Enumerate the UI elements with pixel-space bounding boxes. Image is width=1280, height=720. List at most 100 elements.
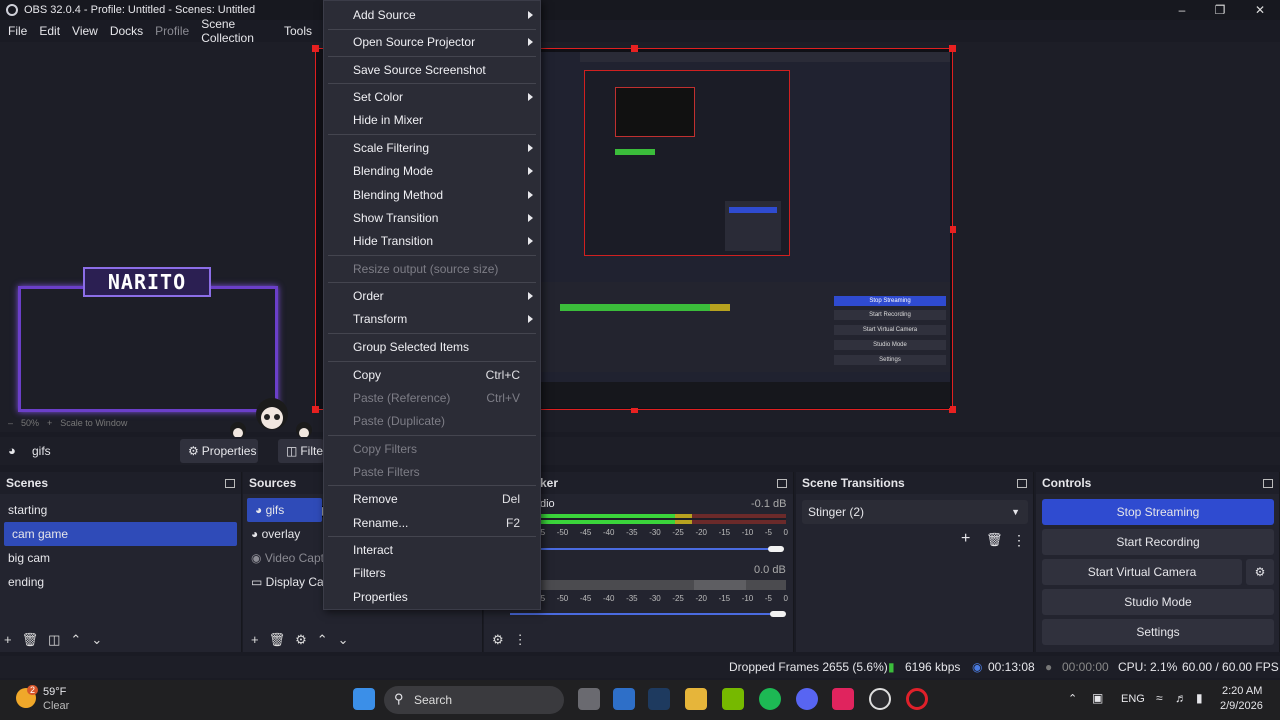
resize-handle[interactable] [312,45,319,52]
menu-item-interact[interactable]: Interact [324,539,540,561]
undock-icon[interactable] [1017,478,1027,488]
menu-profile[interactable]: Profile [151,24,197,38]
menu-file[interactable]: File [4,24,35,38]
add-transition-icon[interactable]: + [961,530,970,548]
menu-item-order[interactable]: Order [324,285,540,307]
add-scene-icon[interactable]: + [4,632,12,648]
properties-button[interactable]: ⚙ Properties [180,439,258,463]
remove-source-icon[interactable]: 🗑 [269,632,286,648]
wifi-icon[interactable]: ≈ [1156,691,1163,705]
spotify-icon[interactable] [759,688,781,710]
menu-item-set-color[interactable]: Set Color [324,86,540,108]
nvidia-icon[interactable] [722,688,744,710]
maximize-icon[interactable]: ❐ [1200,0,1240,20]
move-down-icon[interactable]: ⌄ [91,632,102,648]
menu-item-scale-filtering[interactable]: Scale Filtering [324,137,540,159]
resize-handle[interactable] [949,45,956,52]
menu-item-blending-method[interactable]: Blending Method [324,184,540,206]
menu-item-properties[interactable]: Properties [324,586,540,608]
volume-slider-handle[interactable] [770,611,786,617]
volume-slider-handle[interactable] [768,546,784,552]
more-options-icon[interactable]: ⋮ [514,632,527,648]
zoom-out-icon[interactable]: – [8,418,13,428]
menu-item-group-selected-items[interactable]: Group Selected Items [324,336,540,358]
menu-scene-collection[interactable]: Scene Collection [197,17,280,45]
filters-button[interactable]: ◫ Filters [278,439,324,463]
transitions-title: Scene Transitions [802,476,905,490]
weather-desc[interactable]: Clear [43,700,69,712]
weather-temp[interactable]: 59°F [43,686,66,698]
move-up-icon[interactable]: ⌃ [70,632,81,648]
menu-item-hide-in-mixer[interactable]: Hide in Mixer [324,109,540,131]
menu-item-hide-transition[interactable]: Hide Transition [324,230,540,252]
obs-taskbar-icon[interactable] [869,688,891,710]
taskbar-search[interactable]: ⚲ Search [384,686,564,714]
minimize-icon[interactable]: – [1162,0,1202,20]
mixer-title: ker [540,476,559,490]
clock-time[interactable]: 2:20 AM [1222,685,1262,697]
close-icon[interactable]: ✕ [1240,0,1280,20]
virtual-camera-settings-icon[interactable]: ⚙ [1246,559,1274,585]
add-source-icon[interactable]: + [251,632,259,648]
resize-handle[interactable] [949,406,956,413]
start-virtual-camera-button[interactable]: Start Virtual Camera [1042,559,1242,585]
windows-start-icon[interactable] [353,688,375,710]
menu-docks[interactable]: Docks [106,24,151,38]
more-options-icon[interactable]: ⋮ [1012,532,1026,549]
source-settings-icon[interactable]: ⚙ [295,632,307,648]
tray-app-icon[interactable]: ▣ [1092,691,1103,705]
stop-streaming-button[interactable]: Stop Streaming [1042,499,1274,525]
language-indicator[interactable]: ENG [1121,693,1145,705]
resize-handle[interactable] [949,226,956,233]
move-down-icon[interactable]: ⌄ [338,632,349,648]
source-context-menu: Add Source Open Source Projector Save So… [323,0,541,610]
source-item[interactable]: ◕ gifs [247,498,322,522]
menu-item-add-source[interactable]: Add Source [324,4,540,26]
menu-item-open-source-projector[interactable]: Open Source Projector [324,31,540,53]
mixer-settings-icon[interactable]: ⚙ [492,632,504,648]
move-up-icon[interactable]: ⌃ [317,632,328,648]
remove-scene-icon[interactable]: 🗑 [22,632,39,648]
menu-item-copy[interactable]: Copy Ctrl+C [324,364,540,386]
menu-item-show-transition[interactable]: Show Transition [324,207,540,229]
start-recording-button[interactable]: Start Recording [1042,529,1274,555]
store-icon[interactable] [613,688,635,710]
undock-icon[interactable] [777,478,787,488]
scene-item[interactable]: big cam [0,546,241,570]
task-view-icon[interactable] [578,688,600,710]
scale-mode-select[interactable]: Scale to Window [60,418,127,428]
menu-item-filters[interactable]: Filters [324,562,540,584]
scene-item[interactable]: ending [0,570,241,594]
volume-icon[interactable]: ♬ [1175,691,1187,705]
opera-icon[interactable] [906,688,928,710]
resize-handle[interactable] [631,45,638,52]
scene-filters-icon[interactable]: ◫ [48,632,60,648]
menu-item-remove[interactable]: Remove Del [324,488,540,510]
chevron-up-icon[interactable]: ⌃ [1068,692,1077,705]
menu-tools[interactable]: Tools [280,24,320,38]
transition-select[interactable]: Stinger (2) ▼ [802,500,1028,524]
remove-transition-icon[interactable]: 🗑 [986,532,1003,548]
volume-slider[interactable] [510,613,780,615]
menu-separator [328,83,536,84]
studio-mode-button[interactable]: Studio Mode [1042,589,1274,615]
menu-item-transform[interactable]: Transform [324,308,540,330]
undock-icon[interactable] [1263,478,1273,488]
undock-icon[interactable] [225,478,235,488]
discord-icon[interactable] [796,688,818,710]
menu-view[interactable]: View [68,24,106,38]
scene-item[interactable]: cam game [4,522,237,546]
zoom-in-icon[interactable]: + [47,418,52,428]
clock-date[interactable]: 2/9/2026 [1220,700,1263,712]
menu-item-save-source-screenshot[interactable]: Save Source Screenshot [324,59,540,81]
file-explorer-icon[interactable] [685,688,707,710]
menu-edit[interactable]: Edit [35,24,68,38]
settings-button[interactable]: Settings [1042,619,1274,645]
menu-item-blending-mode[interactable]: Blending Mode [324,160,540,182]
steam-icon[interactable] [648,688,670,710]
volume-slider[interactable] [540,548,780,550]
tiktok-icon[interactable] [832,688,854,710]
battery-icon[interactable]: ▮ [1196,691,1203,705]
menu-item-rename[interactable]: Rename... F2 [324,512,540,534]
scene-item[interactable]: starting [0,498,241,522]
